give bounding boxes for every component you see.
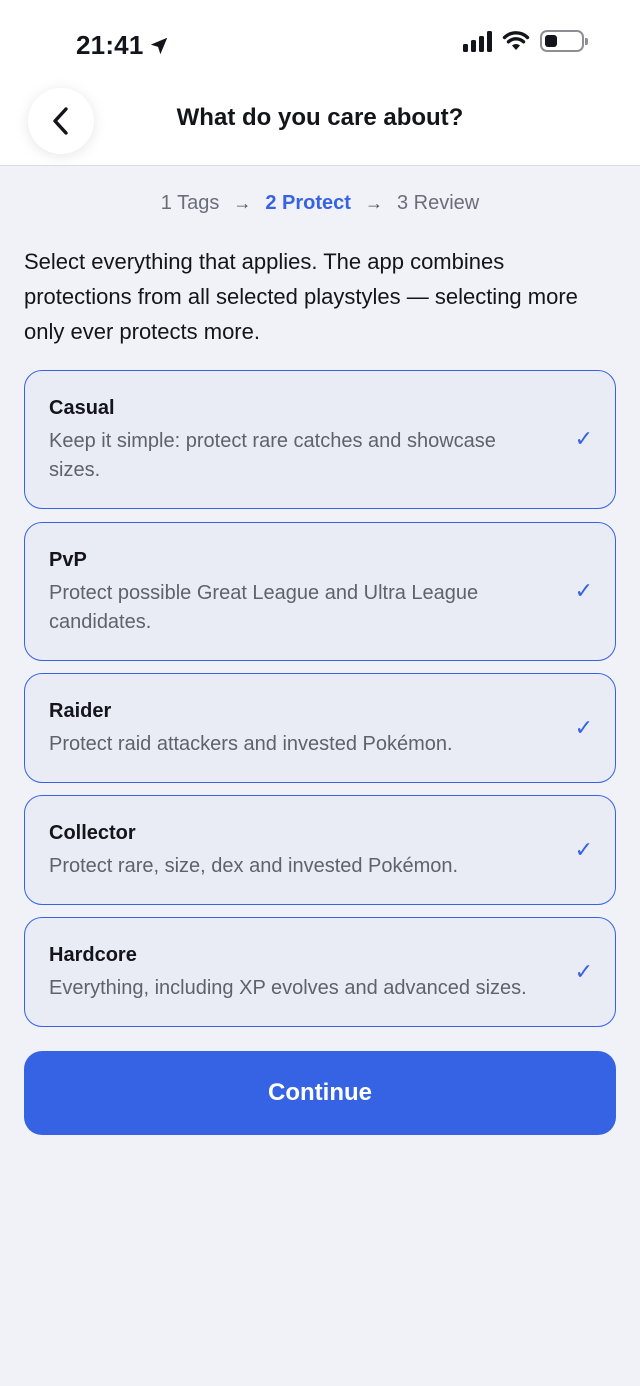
option-title: PvP [49, 549, 87, 571]
option-raider[interactable]: Raider Protect raid attackers and invest… [24, 673, 616, 783]
cellular-signal-icon [463, 30, 492, 52]
page-title: What do you care about? [176, 104, 464, 131]
option-casual[interactable]: Casual Keep it simple: protect rare catc… [24, 370, 616, 509]
option-hardcore[interactable]: Hardcore Everything, including XP evolve… [24, 917, 616, 1027]
header: 21:41 What do you care about? [0, 0, 640, 166]
checkmark-icon: ✓ [574, 715, 593, 740]
checkmark-icon: ✓ [574, 837, 593, 862]
status-indicators [463, 30, 588, 52]
option-description: Protect raid attackers and invested Poké… [49, 733, 453, 755]
continue-button[interactable]: Continue [24, 1051, 616, 1135]
option-title: Collector [49, 822, 136, 844]
option-description: Keep it simple: protect rare catches and… [49, 430, 496, 481]
step-tags: 1 Tags [160, 192, 220, 214]
intro-text: Select everything that applies. The app … [24, 249, 578, 344]
option-collector[interactable]: Collector Protect rare, size, dex and in… [24, 795, 616, 905]
step-protect: 2 Protect [265, 192, 351, 214]
screen: 21:41 What do you care about? 1 Tags → 2… [0, 0, 640, 1386]
checkmark-icon: ✓ [574, 959, 593, 984]
step-review: 3 Review [396, 192, 480, 214]
arrow-right-icon: → [364, 193, 383, 213]
checkmark-icon: ✓ [574, 578, 593, 603]
battery-icon [540, 30, 588, 52]
location-arrow-icon [150, 37, 167, 54]
arrow-right-icon: → [233, 193, 252, 213]
option-title: Hardcore [49, 944, 137, 966]
step-indicator: 1 Tags → 2 Protect → 3 Review [0, 192, 640, 215]
checkmark-icon: ✓ [574, 426, 593, 451]
status-time-text: 21:41 [76, 30, 144, 60]
wifi-icon [502, 31, 530, 50]
option-title: Casual [49, 397, 115, 419]
option-title: Raider [49, 700, 112, 722]
option-description: Everything, including XP evolves and adv… [49, 977, 527, 999]
option-pvp[interactable]: PvP Protect possible Great League and Ul… [24, 522, 616, 661]
option-description: Protect rare, size, dex and invested Pok… [49, 855, 459, 877]
status-time: 21:41 [76, 30, 170, 61]
option-description: Protect possible Great League and Ultra … [49, 582, 479, 633]
